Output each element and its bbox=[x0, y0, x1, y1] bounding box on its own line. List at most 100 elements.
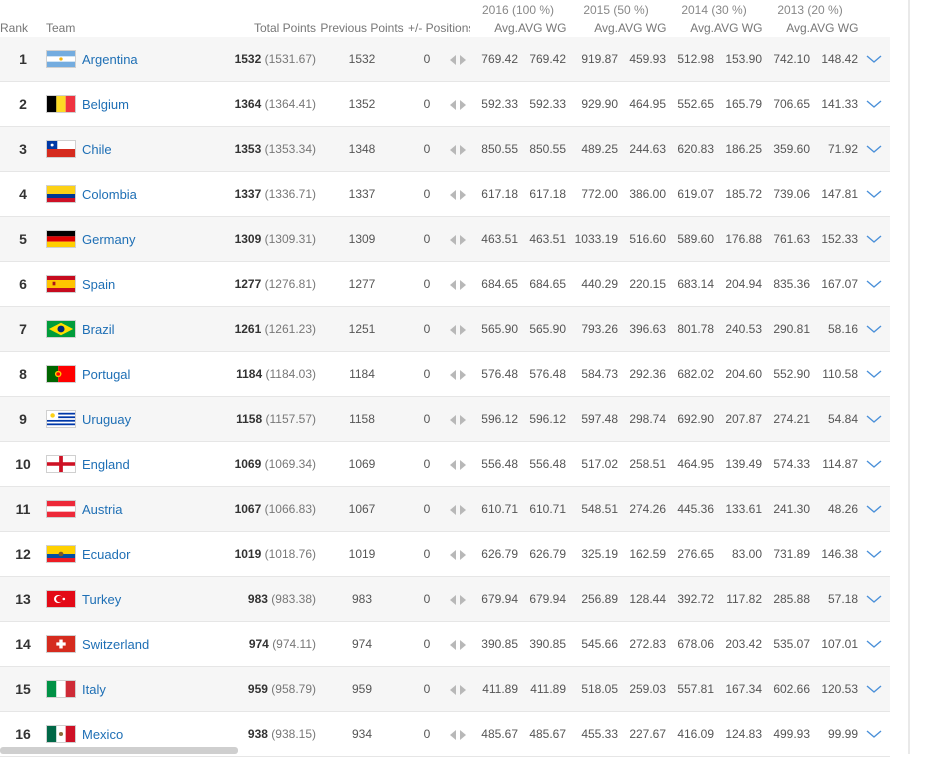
expand-row-button[interactable] bbox=[858, 351, 891, 397]
table-row[interactable]: 2 Belgium 1364 (1364.41) 1352 0 592.33 592.33 9… bbox=[0, 81, 891, 127]
table-row[interactable]: 6 Spain 1277 (1276.81) 1277 0 684.65 684.65 440… bbox=[0, 261, 891, 307]
expand-row-button[interactable] bbox=[858, 486, 891, 532]
expand-row-button[interactable] bbox=[858, 81, 891, 127]
avg-2016-cell: 626.79 bbox=[470, 531, 518, 577]
left-right-arrows-icon bbox=[450, 457, 466, 471]
table-row[interactable]: 13 Turkey 983 (983.38) 983 0 679.94 679.94 256.… bbox=[0, 576, 891, 622]
team-link[interactable]: Switzerland bbox=[82, 637, 149, 652]
table-row[interactable]: 15 Italy 959 (958.79) 959 0 411.89 411.89 518.0… bbox=[0, 666, 891, 712]
table-row[interactable]: 4 Colombia 1337 (1336.71) 1337 0 617.18 617.18… bbox=[0, 171, 891, 217]
expand-row-button[interactable] bbox=[858, 216, 891, 262]
team-link[interactable]: Mexico bbox=[82, 727, 123, 742]
team-link[interactable]: Portugal bbox=[82, 367, 130, 382]
avg-wgt-2015-cell: 298.74 bbox=[618, 396, 667, 442]
expand-row-button[interactable] bbox=[858, 37, 891, 82]
avg-2014-cell: 589.60 bbox=[666, 216, 715, 262]
team-link[interactable]: Austria bbox=[82, 502, 122, 517]
avg-wgt-2014-cell: 207.87 bbox=[714, 396, 763, 442]
left-right-arrows-icon bbox=[450, 727, 466, 741]
avg-wgt-2016-header[interactable]: AVG WGT bbox=[518, 18, 566, 37]
avg-wgt-2015-cell: 396.63 bbox=[618, 306, 667, 352]
table-row[interactable]: 11 Austria 1067 (1066.83) 1067 0 610.71 610.71… bbox=[0, 486, 891, 532]
expand-row-button[interactable] bbox=[858, 261, 891, 307]
flag-cell bbox=[46, 351, 82, 397]
previous-points-header[interactable]: Previous Points bbox=[316, 18, 408, 37]
table-row[interactable]: 5 Germany 1309 (1309.31) 1309 0 463.51 463.51 1… bbox=[0, 216, 891, 262]
previous-points-cell: 959 bbox=[316, 666, 408, 712]
chile-flag-icon bbox=[46, 140, 76, 158]
positions-cell: 0 bbox=[408, 396, 446, 442]
table-row[interactable]: 1 Argentina 1532 (1531.67) 1532 0 769.42 769.4… bbox=[0, 37, 891, 82]
team-link[interactable]: Turkey bbox=[82, 592, 121, 607]
avg-2014-header[interactable]: Avg. bbox=[666, 18, 714, 37]
expand-row-button[interactable] bbox=[858, 171, 891, 217]
table-row[interactable]: 14 Switzerland 974 (974.11) 974 0 390.85 390.8… bbox=[0, 621, 891, 667]
team-link[interactable]: Ecuador bbox=[82, 547, 130, 562]
team-link[interactable]: England bbox=[82, 457, 130, 472]
positions-cell: 0 bbox=[408, 486, 446, 532]
flag-cell bbox=[46, 306, 82, 352]
avg-2013-cell: 285.88 bbox=[762, 576, 811, 622]
table-row[interactable]: 12 Ecuador 1019 (1018.76) 1019 0 626.79 626.79… bbox=[0, 531, 891, 577]
table-row[interactable]: 3 Chile 1353 (1353.34) 1348 0 850.55 850.55 489… bbox=[0, 126, 891, 172]
team-link[interactable]: Uruguay bbox=[82, 412, 131, 427]
expand-row-button[interactable] bbox=[858, 531, 891, 577]
team-link[interactable]: Spain bbox=[82, 277, 115, 292]
expand-row-button[interactable] bbox=[858, 306, 891, 352]
avg-2015-header[interactable]: Avg. bbox=[566, 18, 618, 37]
avg-2013-header[interactable]: Avg. bbox=[762, 18, 810, 37]
table-row[interactable]: 7 Brazil 1261 (1261.23) 1251 0 565.90 565.90 79… bbox=[0, 306, 891, 352]
team-link[interactable]: Belgium bbox=[82, 97, 129, 112]
total-points-header[interactable]: Total Points bbox=[224, 18, 316, 37]
team-link[interactable]: Chile bbox=[82, 142, 112, 157]
expand-row-button[interactable] bbox=[858, 396, 891, 442]
team-link[interactable]: Brazil bbox=[82, 322, 115, 337]
avg-2013-cell: 739.06 bbox=[762, 171, 811, 217]
movement-cell bbox=[446, 531, 470, 577]
table-row[interactable]: 10 England 1069 (1069.34) 1069 0 556.48 556.48… bbox=[0, 441, 891, 487]
avg-wgt-2016-cell: 626.79 bbox=[518, 531, 567, 577]
portugal-flag-icon bbox=[46, 365, 76, 383]
avg-wgt-2013-header[interactable]: AVG WGT bbox=[810, 18, 858, 37]
page-edge-divider bbox=[908, 0, 910, 754]
table-row[interactable]: 8 Portugal 1184 (1184.03) 1184 0 576.48 576.48… bbox=[0, 351, 891, 397]
avg-wgt-2013-cell: 71.92 bbox=[810, 126, 859, 172]
team-header[interactable]: Team bbox=[46, 18, 224, 37]
total-points-exact: (1184.03) bbox=[265, 367, 316, 381]
avg-2016-header[interactable]: Avg. bbox=[470, 18, 518, 37]
total-points-exact: (1531.67) bbox=[264, 52, 316, 66]
avg-2015-cell: 772.00 bbox=[566, 171, 619, 217]
avg-wgt-2013-cell: 57.18 bbox=[810, 576, 859, 622]
team-link[interactable]: Germany bbox=[82, 232, 135, 247]
team-link[interactable]: Italy bbox=[82, 682, 106, 697]
chevron-down-icon bbox=[866, 547, 882, 561]
expand-row-button[interactable] bbox=[858, 126, 891, 172]
avg-wgt-2015-header[interactable]: AVG WGT bbox=[618, 18, 666, 37]
positions-cell: 0 bbox=[408, 351, 446, 397]
turkey-flag-icon bbox=[46, 590, 76, 608]
chevron-down-icon bbox=[866, 412, 882, 426]
positions-header[interactable]: +/- Positions bbox=[408, 18, 470, 37]
austria-flag-icon bbox=[46, 500, 76, 518]
rank-header[interactable]: Rank bbox=[0, 18, 46, 37]
expand-row-button[interactable] bbox=[858, 576, 891, 622]
flag-cell bbox=[46, 126, 82, 172]
horizontal-scrollbar-thumb[interactable] bbox=[0, 747, 238, 754]
avg-2015-cell: 489.25 bbox=[566, 126, 619, 172]
avg-wgt-2015-cell: 516.60 bbox=[618, 216, 667, 262]
positions-cell: 0 bbox=[408, 576, 446, 622]
table-row[interactable]: 9 Uruguay 1158 (1157.57) 1158 0 596.12 596.12 5… bbox=[0, 396, 891, 442]
year-2014-header: 2014 (30 %) bbox=[681, 3, 747, 17]
avg-wgt-2015-cell: 259.03 bbox=[618, 666, 667, 712]
expand-row-button[interactable] bbox=[858, 441, 891, 487]
team-cell: Spain bbox=[82, 261, 224, 307]
expand-row-button[interactable] bbox=[858, 666, 891, 712]
team-link[interactable]: Argentina bbox=[82, 52, 138, 67]
avg-2015-cell: 929.90 bbox=[566, 81, 619, 127]
expand-row-button[interactable] bbox=[858, 621, 891, 667]
team-link[interactable]: Colombia bbox=[82, 187, 137, 202]
movement-cell bbox=[446, 621, 470, 667]
total-points-value: 938 bbox=[247, 727, 268, 741]
avg-wgt-2014-header[interactable]: AVG WGT bbox=[714, 18, 762, 37]
previous-points-cell: 1348 bbox=[316, 126, 408, 172]
